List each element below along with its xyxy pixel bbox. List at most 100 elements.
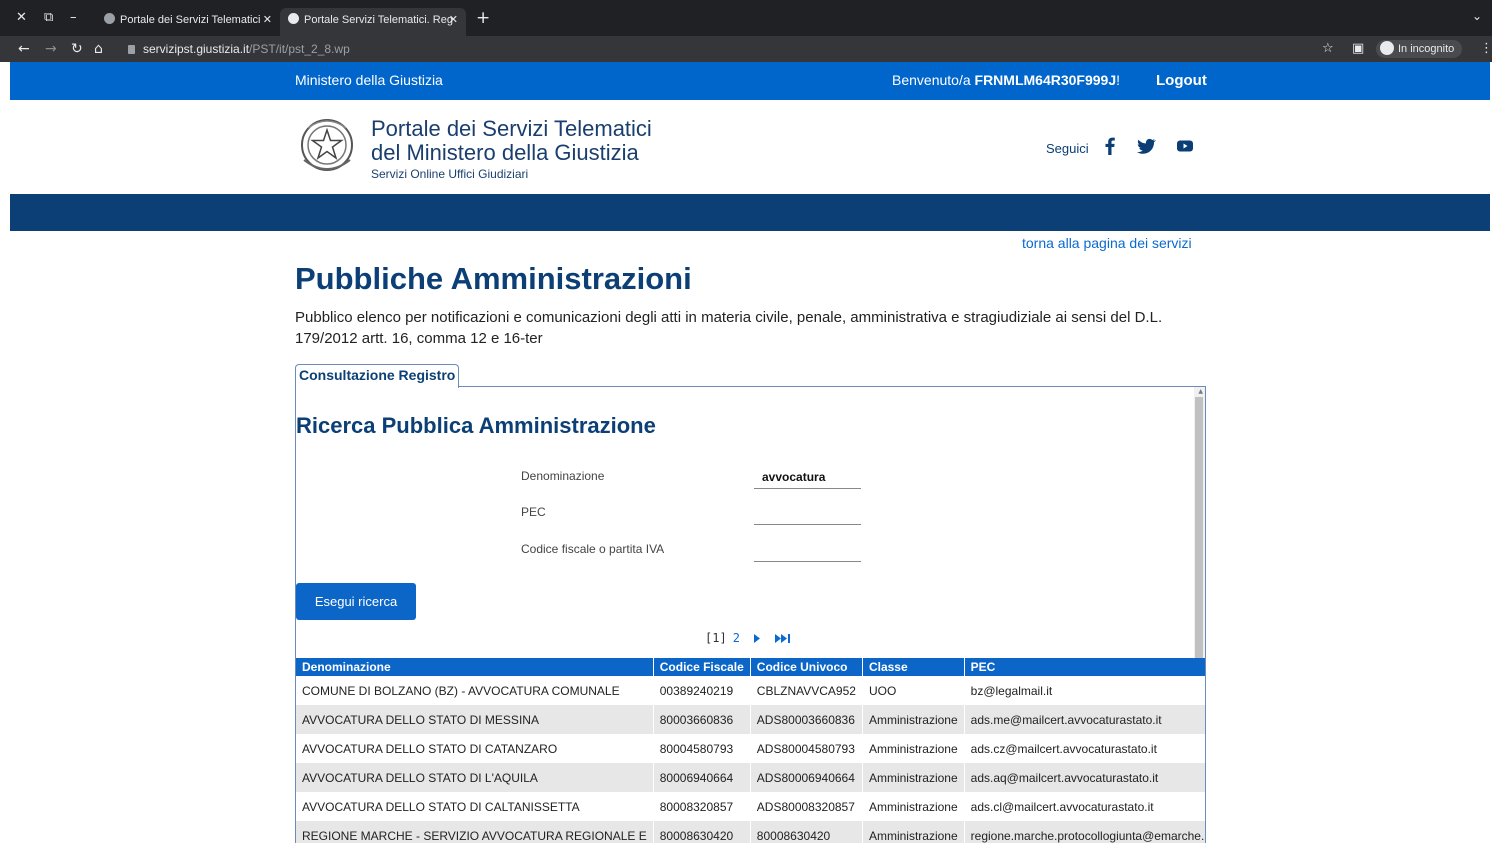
new-tab-icon[interactable]: + bbox=[476, 8, 490, 28]
page-2-link[interactable]: 2 bbox=[733, 631, 740, 645]
globe-favicon-icon bbox=[288, 13, 299, 24]
cell-codice-fiscale: 00389240219 bbox=[653, 676, 751, 705]
url-host: servizipst.giustizia.it bbox=[143, 42, 250, 56]
restore-window-icon[interactable]: ⧉ bbox=[44, 10, 53, 26]
denominazione-input[interactable] bbox=[754, 465, 861, 489]
cell-codice-univoco: ADS80003660836 bbox=[750, 705, 863, 734]
cell-codice-fiscale: 80003660836 bbox=[653, 705, 751, 734]
cell-pec: ads.cl@mailcert.avvocaturastato.it bbox=[964, 792, 1205, 821]
url-path: /PST/it/pst_2_8.wp bbox=[249, 42, 350, 56]
browser-toolbar: ← → ↻ ⌂ servizipst.giustizia.it/PST/it/p… bbox=[0, 36, 1492, 62]
italian-emblem-logo bbox=[301, 119, 353, 171]
close-tab-icon[interactable]: ✕ bbox=[263, 10, 272, 30]
ministry-top-bar: Ministero della Giustizia Benvenuto/a FR… bbox=[10, 62, 1490, 100]
cell-codice-fiscale: 80004580793 bbox=[653, 734, 751, 763]
youtube-icon[interactable] bbox=[1176, 136, 1194, 156]
close-tab-icon[interactable]: ✕ bbox=[449, 10, 458, 30]
twitter-icon[interactable] bbox=[1136, 136, 1156, 156]
table-row[interactable]: COMUNE DI BOLZANO (BZ) - AVVOCATURA COMU… bbox=[296, 676, 1205, 705]
cell-denominazione: COMUNE DI BOLZANO (BZ) - AVVOCATURA COMU… bbox=[296, 676, 654, 705]
table-row[interactable]: AVVOCATURA DELLO STATO DI L'AQUILA 80006… bbox=[296, 763, 1205, 792]
incognito-badge[interactable]: In incognito bbox=[1376, 40, 1463, 58]
user-code: FRNMLM64R30F999J bbox=[974, 72, 1117, 88]
cell-codice-univoco: ADS80008320857 bbox=[750, 792, 863, 821]
column-header[interactable]: Classe bbox=[862, 658, 965, 676]
cell-pec: ads.aq@mailcert.avvocaturastato.it bbox=[964, 763, 1205, 792]
emblem-favicon-icon bbox=[104, 13, 115, 24]
logout-link[interactable]: Logout bbox=[1156, 72, 1207, 89]
tab-title: Portale Servizi Telematici. Reg bbox=[304, 14, 453, 26]
page-title: Pubbliche Amministrazioni bbox=[295, 261, 692, 296]
cell-denominazione: AVVOCATURA DELLO STATO DI CATANZARO bbox=[296, 734, 654, 763]
reload-icon[interactable]: ↻ bbox=[71, 40, 83, 58]
cell-denominazione: REGIONE MARCHE - SERVIZIO AVVOCATURA REG… bbox=[296, 821, 654, 843]
portal-title: Portale dei Servizi Telematici del Minis… bbox=[371, 117, 652, 165]
bookmark-star-icon[interactable]: ☆ bbox=[1322, 40, 1334, 58]
last-page-icon[interactable] bbox=[774, 633, 792, 644]
cell-codice-univoco: CBLZNAVVCA952 bbox=[750, 676, 863, 705]
close-window-icon[interactable]: ✕ bbox=[16, 10, 27, 26]
browser-tab-1[interactable]: Portale dei Servizi Telematici ✕ bbox=[104, 10, 272, 30]
cell-codice-univoco: ADS80004580793 bbox=[750, 734, 863, 763]
table-row[interactable]: AVVOCATURA DELLO STATO DI CATANZARO 8000… bbox=[296, 734, 1205, 763]
side-panel-icon[interactable]: ▣ bbox=[1352, 40, 1364, 58]
table-header-row: Denominazione Codice Fiscale Codice Univ… bbox=[296, 658, 1205, 676]
codice-fiscale-label: Codice fiscale o partita IVA bbox=[521, 542, 665, 556]
home-icon[interactable]: ⌂ bbox=[94, 40, 103, 58]
cell-codice-univoco: ADS80006940664 bbox=[750, 763, 863, 792]
incognito-label: In incognito bbox=[1398, 43, 1455, 55]
portal-title-line1: Portale dei Servizi Telematici bbox=[371, 116, 652, 141]
search-title: Ricerca Pubblica Amministrazione bbox=[296, 413, 656, 438]
cell-pec: ads.cz@mailcert.avvocaturastato.it bbox=[964, 734, 1205, 763]
column-header[interactable]: Denominazione bbox=[296, 658, 654, 676]
tab-title: Portale dei Servizi Telematici bbox=[120, 14, 261, 26]
scroll-up-arrow-icon[interactable]: ▲ bbox=[1198, 388, 1203, 395]
minimize-window-icon[interactable]: – bbox=[70, 10, 77, 26]
cell-denominazione: AVVOCATURA DELLO STATO DI CALTANISSETTA bbox=[296, 792, 654, 821]
forward-arrow-icon[interactable]: → bbox=[45, 40, 57, 58]
pec-label: PEC bbox=[521, 505, 546, 519]
back-to-services-link[interactable]: torna alla pagina dei servizi bbox=[1022, 235, 1192, 251]
column-header[interactable]: Codice Fiscale bbox=[653, 658, 751, 676]
denominazione-label: Denominazione bbox=[521, 469, 605, 483]
table-row[interactable]: AVVOCATURA DELLO STATO DI MESSINA 800036… bbox=[296, 705, 1205, 734]
column-header[interactable]: Codice Univoco bbox=[750, 658, 863, 676]
cell-codice-fiscale: 80008320857 bbox=[653, 792, 751, 821]
browser-tab-strip: ✕ ⧉ – Portale dei Servizi Telematici ✕ P… bbox=[0, 0, 1492, 36]
back-arrow-icon[interactable]: ← bbox=[18, 40, 30, 58]
facebook-icon[interactable] bbox=[1101, 136, 1119, 156]
portal-title-line2: del Ministero della Giustizia bbox=[371, 140, 639, 165]
table-row[interactable]: REGIONE MARCHE - SERVIZIO AVVOCATURA REG… bbox=[296, 821, 1205, 843]
tab-consultazione-registro[interactable]: Consultazione Registro bbox=[295, 364, 460, 388]
portal-header: Portale dei Servizi Telematici del Minis… bbox=[10, 100, 1490, 194]
page-description: Pubblico elenco per notificazioni e comu… bbox=[295, 309, 1163, 347]
cell-codice-univoco: 80008630420 bbox=[750, 821, 863, 843]
pec-input[interactable] bbox=[754, 501, 861, 525]
cell-codice-fiscale: 80006940664 bbox=[653, 763, 751, 792]
current-page: [1] bbox=[705, 631, 727, 645]
welcome-message: Benvenuto/a FRNMLM64R30F999J! bbox=[892, 72, 1120, 88]
lock-icon bbox=[128, 45, 135, 54]
tab-search-chevron-icon[interactable]: ⌄ bbox=[1472, 9, 1482, 23]
welcome-suffix: ! bbox=[1116, 72, 1121, 88]
search-button[interactable]: Esegui ricerca bbox=[296, 583, 416, 620]
table-row[interactable]: AVVOCATURA DELLO STATO DI CALTANISSETTA … bbox=[296, 792, 1205, 821]
browser-window: ✕ ⧉ – Portale dei Servizi Telematici ✕ P… bbox=[0, 0, 1492, 843]
registry-panel: ▲ Ricerca Pubblica Amministrazione Denom… bbox=[295, 386, 1206, 843]
cell-denominazione: AVVOCATURA DELLO STATO DI L'AQUILA bbox=[296, 763, 654, 792]
welcome-prefix: Benvenuto/a bbox=[892, 72, 975, 88]
browser-menu-icon[interactable]: ⋮ bbox=[1480, 40, 1492, 58]
cell-pec: bz@legalmail.it bbox=[964, 676, 1205, 705]
codice-fiscale-input[interactable] bbox=[754, 538, 861, 562]
cell-pec: regione.marche.protocollogiunta@emarche.… bbox=[964, 821, 1205, 843]
ministry-label: Ministero della Giustizia bbox=[295, 72, 443, 88]
cell-classe: UOO bbox=[862, 676, 965, 705]
next-page-icon[interactable] bbox=[753, 633, 761, 644]
main-navigation-bar bbox=[10, 194, 1490, 231]
cell-classe: Amministrazione bbox=[862, 705, 965, 734]
browser-tab-2[interactable]: Portale Servizi Telematici. Reg ✕ bbox=[280, 8, 466, 36]
column-header[interactable]: PEC bbox=[964, 658, 1205, 676]
cell-classe: Amministrazione bbox=[862, 763, 965, 792]
cell-classe: Amministrazione bbox=[862, 792, 965, 821]
address-bar[interactable]: servizipst.giustizia.it/PST/it/pst_2_8.w… bbox=[128, 41, 350, 57]
